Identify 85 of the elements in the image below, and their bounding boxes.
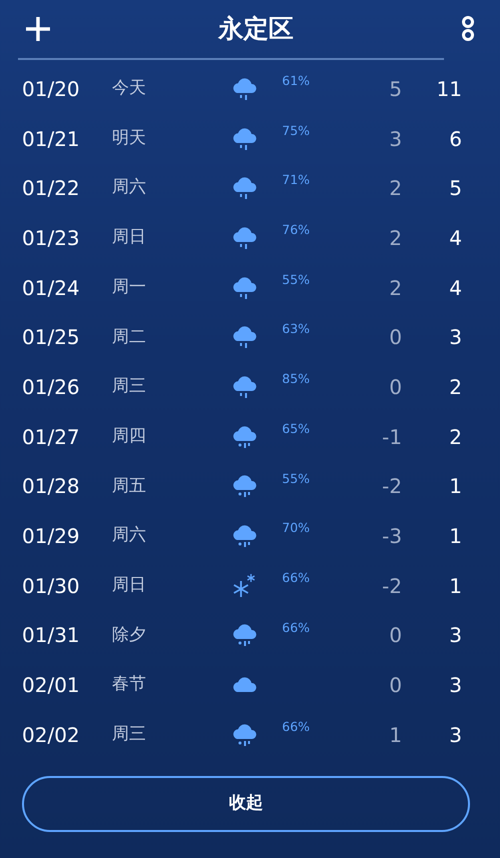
date-text: 01/27 — [22, 424, 81, 451]
rain-cloud-icon — [232, 224, 258, 251]
date-text: 01/22 — [22, 175, 81, 202]
sleet-cloud-icon — [232, 523, 258, 550]
date-text: 01/21 — [22, 126, 81, 153]
high-temp: 3 — [448, 672, 462, 700]
precip-chance: 65% — [282, 420, 311, 438]
date-text: 01/24 — [22, 274, 81, 302]
low-temp: -2 — [381, 473, 402, 500]
date-text: 02/02 — [22, 722, 81, 749]
low-temp: 2 — [388, 274, 402, 302]
low-temp: 0 — [388, 622, 402, 650]
date-text: 01/29 — [22, 523, 81, 550]
high-temp: 1 — [448, 523, 462, 550]
weekday-text: 周日 — [112, 574, 147, 597]
precip-chance: 55% — [282, 470, 311, 488]
weekday-text: 周日 — [112, 226, 147, 250]
rain-cloud-icon — [232, 374, 258, 400]
high-temp: 1 — [448, 572, 462, 600]
collapse-button[interactable]: 收起 — [22, 776, 470, 832]
weekday-text: 周六 — [112, 176, 147, 200]
low-temp: 5 — [388, 76, 402, 103]
low-temp: 0 — [388, 374, 402, 401]
weekday-text: 周三 — [112, 375, 147, 398]
date-text: 01/31 — [22, 622, 81, 650]
weekday-text: 周三 — [112, 723, 147, 746]
precip-chance: 66% — [282, 618, 311, 637]
high-temp: 4 — [448, 274, 462, 302]
date-text: 02/01 — [22, 672, 81, 700]
weekday-text: 周一 — [112, 276, 147, 299]
precip-chance: 76% — [282, 221, 311, 240]
date-text: 01/30 — [22, 572, 81, 600]
high-temp: 5 — [448, 175, 462, 202]
low-temp: 1 — [388, 722, 402, 749]
precip-chance: 85% — [282, 370, 311, 388]
sleet-cloud-icon — [232, 473, 258, 500]
weekday-text: 今天 — [112, 77, 147, 100]
low-temp: 3 — [388, 126, 402, 153]
precip-chance: 66% — [282, 568, 311, 587]
date-text: 01/20 — [22, 76, 81, 103]
low-temp: -3 — [381, 523, 402, 550]
sleet-cloud-icon — [232, 424, 258, 450]
high-temp: 2 — [448, 374, 462, 401]
sleet-cloud-icon — [232, 622, 258, 648]
precip-chance: 61% — [282, 72, 311, 90]
precip-chance: 55% — [282, 270, 311, 289]
more-icon[interactable] — [460, 15, 476, 43]
low-temp: 0 — [388, 672, 402, 700]
high-temp: 4 — [448, 224, 462, 252]
precip-chance: 66% — [282, 718, 311, 736]
low-temp: 2 — [388, 224, 402, 252]
weekday-text: 明天 — [112, 126, 147, 150]
high-temp: 11 — [436, 76, 462, 103]
low-temp: -2 — [381, 572, 402, 600]
weekday-text: 周四 — [112, 424, 147, 448]
high-temp: 3 — [448, 324, 462, 352]
weekday-text: 除夕 — [112, 624, 147, 647]
weekday-text: 周二 — [112, 326, 147, 349]
precip-chance: 75% — [282, 122, 311, 140]
rain-cloud-icon — [232, 126, 258, 152]
high-temp: 2 — [448, 424, 462, 451]
weekday-text: 周五 — [112, 474, 147, 498]
date-text: 01/26 — [22, 374, 81, 401]
high-temp: 1 — [448, 473, 462, 500]
low-temp: 0 — [388, 324, 402, 352]
high-temp: 6 — [448, 126, 462, 153]
weekday-text: 周六 — [112, 524, 147, 548]
date-text: 01/23 — [22, 224, 81, 252]
precip-chance: 63% — [282, 320, 311, 338]
high-temp: 3 — [448, 622, 462, 650]
low-temp: -1 — [381, 424, 402, 451]
add-icon[interactable] — [24, 15, 52, 43]
rain-cloud-icon — [232, 76, 258, 102]
rain-cloud-icon — [232, 175, 258, 202]
rain-cloud-icon — [232, 324, 258, 350]
precip-chance: 71% — [282, 171, 311, 190]
date-text: 01/28 — [22, 473, 81, 500]
sleet-cloud-icon — [232, 722, 258, 748]
weekday-text: 春节 — [112, 673, 147, 696]
date-text: 01/25 — [22, 324, 81, 352]
rain-cloud-icon — [232, 274, 258, 301]
high-temp: 3 — [448, 722, 462, 749]
location-title: 永定区 — [218, 13, 294, 46]
low-temp: 2 — [388, 175, 402, 202]
precip-chance: 70% — [282, 519, 311, 538]
